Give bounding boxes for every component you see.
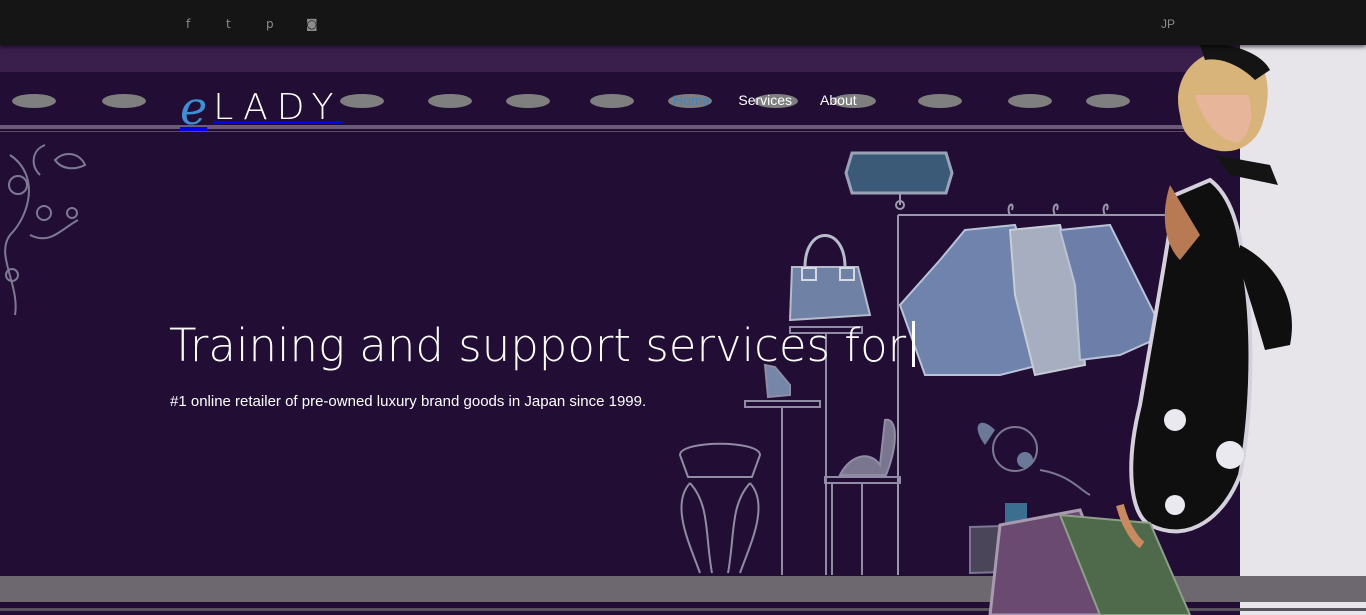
dresses [898,223,1167,377]
language-switch-link[interactable]: JP [1161,16,1175,32]
nav-item-home[interactable]: Home [673,91,710,109]
hero-headline: Training and support services for [169,318,916,374]
facebook-icon[interactable]: f [186,16,226,32]
pinterest-icon[interactable]: p [266,16,306,32]
nav-item-about[interactable]: About [820,91,857,109]
typing-cursor [912,321,916,367]
floral-ornament [4,144,87,316]
hero-subtitle: #1 online retailer of pre-owned luxury b… [170,393,647,410]
shop-sign [844,151,954,210]
main-nav: Home Services About [673,91,885,109]
stool [678,442,762,574]
handbag [788,234,872,322]
top-bar: f t p ◙ JP [0,0,1366,45]
nav-item-services[interactable]: Services [738,91,792,109]
hero-headline-text: Training and support services for [169,319,907,372]
logo-initial: e [180,81,208,135]
twitter-icon[interactable]: t [226,16,266,32]
logo-text: LADY [213,87,343,128]
site-logo[interactable]: e LADY [180,81,343,135]
page: f t p ◙ JP e LADY Home Services About Tr… [0,0,1366,615]
social-links: f t p ◙ [186,16,346,32]
instagram-icon[interactable]: ◙ [306,16,346,32]
